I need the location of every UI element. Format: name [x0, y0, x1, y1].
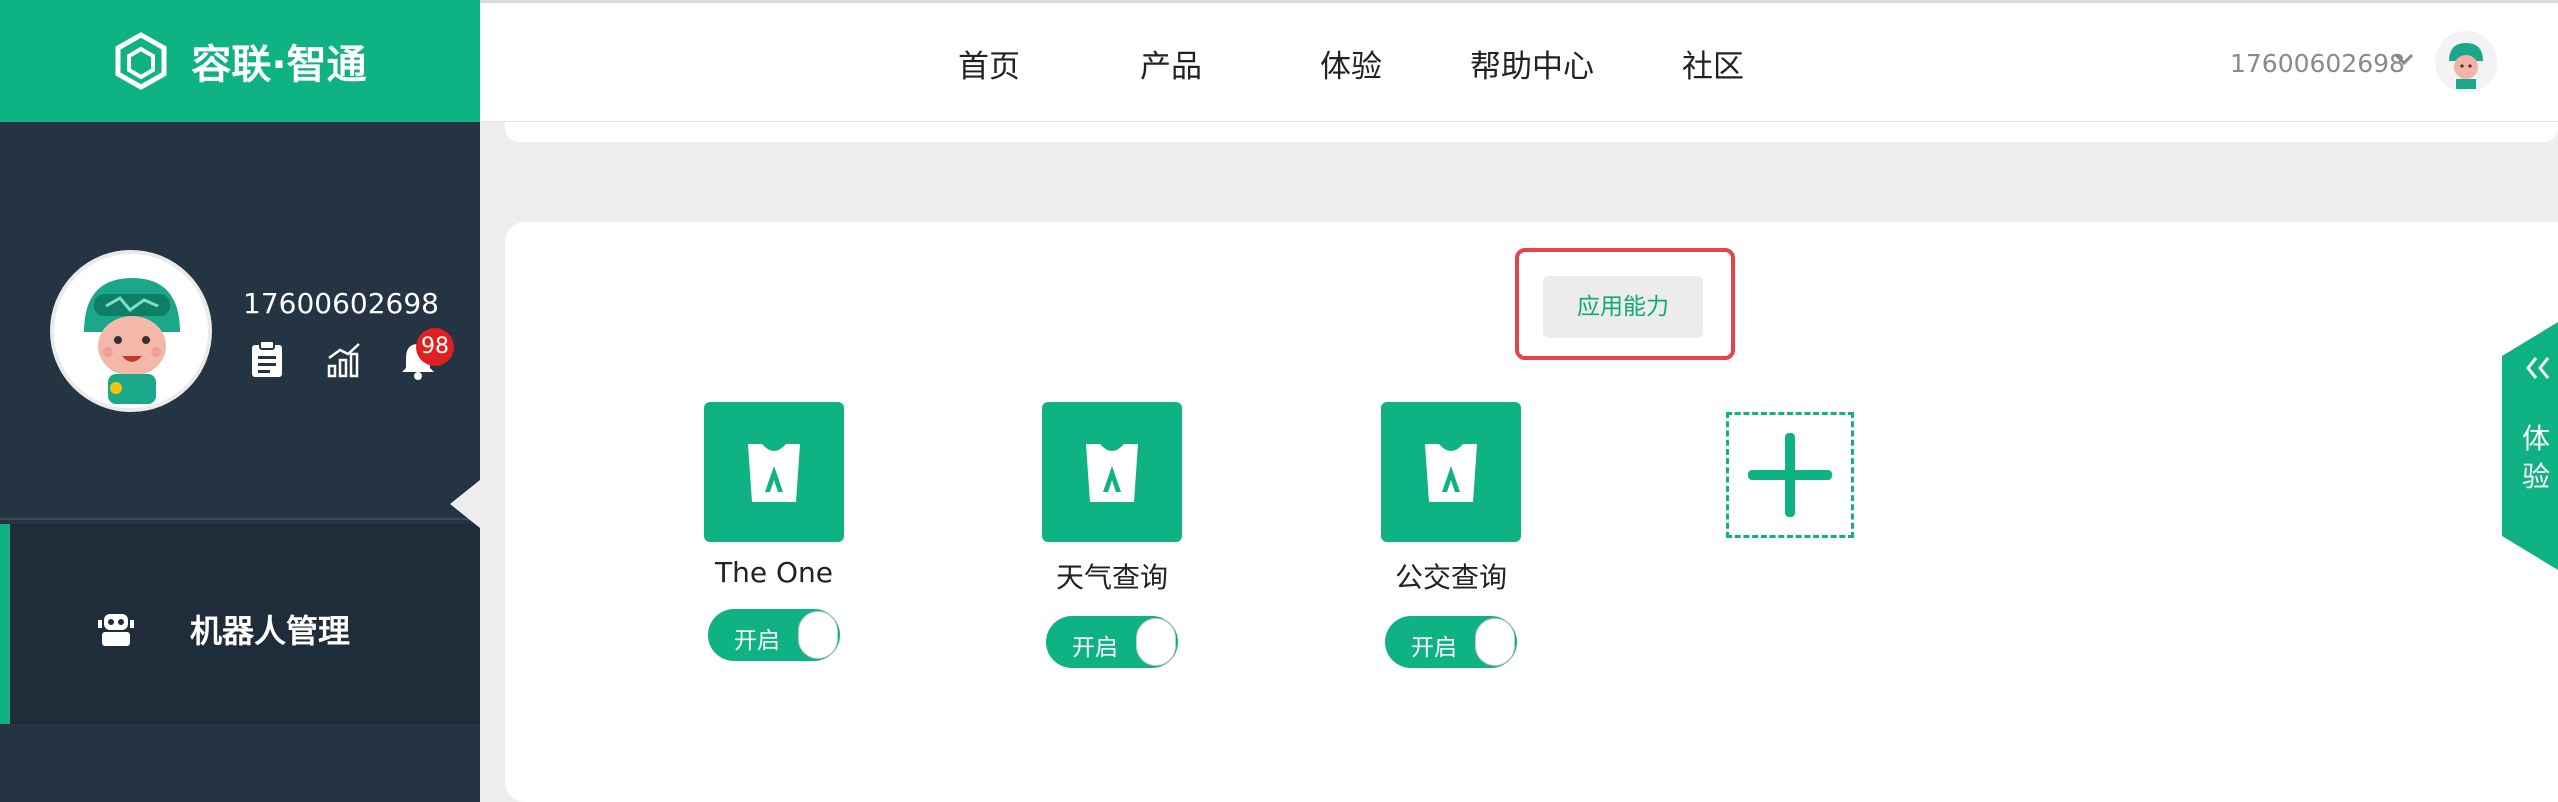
- toggle-label: 开启: [734, 628, 780, 654]
- user-profile-panel: 17600602698 98: [0, 122, 480, 520]
- app-name: The One: [715, 556, 833, 589]
- sidebar-item-robot-management[interactable]: 机器人管理: [0, 524, 480, 724]
- enable-toggle[interactable]: 开启: [1385, 616, 1517, 668]
- avatar[interactable]: [50, 250, 212, 412]
- nav-experience[interactable]: 体验: [1320, 41, 1382, 86]
- app-card-bus[interactable]: 公交查询 开启: [1366, 402, 1536, 668]
- nav-products[interactable]: 产品: [1140, 41, 1202, 86]
- app-icon[interactable]: [1381, 402, 1521, 542]
- robot-icon: [98, 614, 134, 646]
- hexagon-logo-icon: [115, 32, 167, 90]
- shopping-bag-icon: [1086, 444, 1138, 502]
- top-header: 首页 产品 体验 帮助中心 社区 17600602698: [480, 0, 2558, 122]
- capability-button[interactable]: 应用能力: [1543, 276, 1703, 338]
- nav-help-center[interactable]: 帮助中心: [1470, 41, 1594, 86]
- shopping-bag-icon: [748, 444, 800, 502]
- brand-name: 容联·智通: [191, 42, 367, 88]
- clipboard-icon[interactable]: [250, 340, 284, 378]
- active-indicator: [0, 524, 10, 724]
- enable-toggle[interactable]: 开启: [708, 609, 840, 661]
- account-phone[interactable]: 17600602698: [2230, 49, 2405, 78]
- toggle-knob: [798, 611, 838, 659]
- sidebar: 17600602698 98 机器人管理: [0, 122, 480, 802]
- plus-icon: [1748, 433, 1832, 517]
- brand-logo[interactable]: 容联·智通: [0, 0, 480, 122]
- content-top-strip: [505, 122, 2558, 142]
- profile-phone: 17600602698: [243, 287, 439, 320]
- chevron-down-icon[interactable]: [2393, 51, 2415, 67]
- nav-home[interactable]: 首页: [958, 41, 1020, 86]
- active-menu-arrow: [450, 480, 480, 528]
- app-card-the-one[interactable]: The One 开启: [689, 402, 859, 661]
- sidebar-item-label: 机器人管理: [190, 612, 351, 650]
- app-name: 公交查询: [1394, 561, 1507, 594]
- chart-icon[interactable]: [326, 340, 362, 378]
- header-avatar[interactable]: [2435, 31, 2497, 93]
- toggle-label: 开启: [1072, 635, 1118, 661]
- app-icon[interactable]: [704, 402, 844, 542]
- enable-toggle[interactable]: 开启: [1046, 616, 1178, 668]
- toggle-knob: [1136, 618, 1176, 666]
- side-tab-label: 体验: [2521, 422, 2550, 493]
- nav-community[interactable]: 社区: [1682, 41, 1744, 86]
- toggle-knob: [1475, 618, 1515, 666]
- toggle-label: 开启: [1411, 635, 1457, 661]
- app-card-weather[interactable]: 天气查询 开启: [1027, 402, 1197, 668]
- add-app-button[interactable]: [1726, 412, 1854, 538]
- app-icon[interactable]: [1042, 402, 1182, 542]
- shopping-bag-icon: [1425, 444, 1477, 502]
- app-name: 天气查询: [1055, 561, 1168, 594]
- notification-badge: 98: [416, 328, 454, 366]
